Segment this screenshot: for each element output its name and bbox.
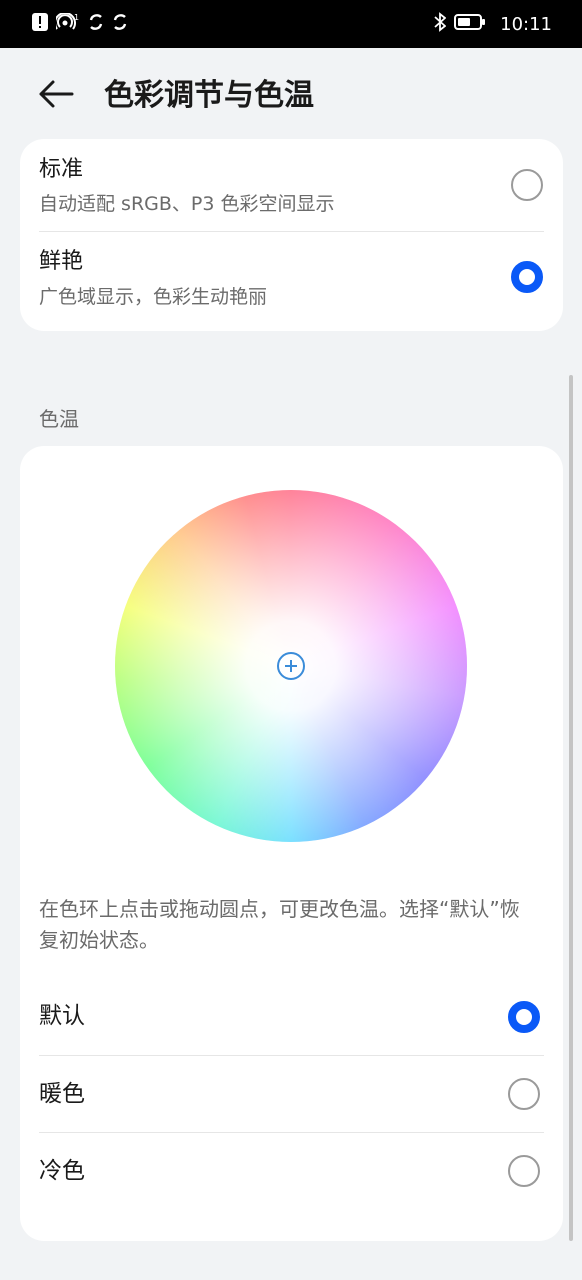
- battery-icon: [454, 13, 486, 35]
- status-bar: 1 10:11: [0, 0, 582, 48]
- mode-option-subtitle: 广色域显示，色彩生动艳丽: [39, 286, 268, 308]
- mode-option-standard[interactable]: 标准 自动适配 sRGB、P3 色彩空间显示: [20, 139, 563, 232]
- app-bar: 色彩调节与色温: [0, 48, 582, 144]
- cool-radio[interactable]: [508, 1155, 540, 1187]
- color-mode-card: 标准 自动适配 sRGB、P3 色彩空间显示 鲜艳 广色域显示，色彩生动艳丽: [20, 139, 563, 331]
- status-time: 10:11: [500, 13, 552, 35]
- default-radio[interactable]: [508, 1001, 540, 1033]
- scrollbar[interactable]: [569, 375, 573, 1241]
- nfc-signal-icon: 1: [54, 12, 80, 35]
- notification-badge-icon: [32, 13, 48, 35]
- temp-option-warm[interactable]: 暖色: [20, 1056, 563, 1133]
- mode-option-vivid[interactable]: 鲜艳 广色域显示，色彩生动艳丽: [20, 232, 563, 325]
- color-temperature-card: 在色环上点击或拖动圆点，可更改色温。选择“默认”恢复初始状态。 默认 暖色 冷色: [20, 446, 563, 1241]
- sync-icon: [88, 13, 104, 35]
- sync-icon: [112, 13, 128, 35]
- temp-option-label: 暖色: [39, 1081, 85, 1107]
- section-label-color-temperature: 色温: [39, 407, 79, 431]
- color-temperature-hint: 在色环上点击或拖动圆点，可更改色温。选择“默认”恢复初始状态。: [39, 897, 520, 952]
- mode-option-subtitle: 自动适配 sRGB、P3 色彩空间显示: [39, 193, 335, 215]
- temp-option-label: 冷色: [39, 1158, 85, 1184]
- arrow-left-icon: [38, 79, 74, 113]
- color-wheel[interactable]: [115, 490, 467, 842]
- color-wheel-handle[interactable]: [277, 652, 305, 680]
- svg-text:1: 1: [74, 13, 79, 22]
- status-left-icons: 1: [32, 12, 128, 35]
- vivid-radio[interactable]: [511, 261, 543, 293]
- page-title: 色彩调节与色温: [104, 78, 314, 113]
- status-right-icons: 10:11: [434, 12, 552, 36]
- temp-option-label: 默认: [39, 1003, 85, 1029]
- standard-radio[interactable]: [511, 169, 543, 201]
- back-button[interactable]: [36, 76, 76, 116]
- mode-option-title: 鲜艳: [39, 249, 84, 274]
- temp-option-default[interactable]: 默认: [20, 978, 563, 1055]
- mode-option-title: 标准: [39, 157, 84, 182]
- temp-option-cool[interactable]: 冷色: [20, 1133, 563, 1210]
- bluetooth-icon: [434, 12, 447, 36]
- warm-radio[interactable]: [508, 1078, 540, 1110]
